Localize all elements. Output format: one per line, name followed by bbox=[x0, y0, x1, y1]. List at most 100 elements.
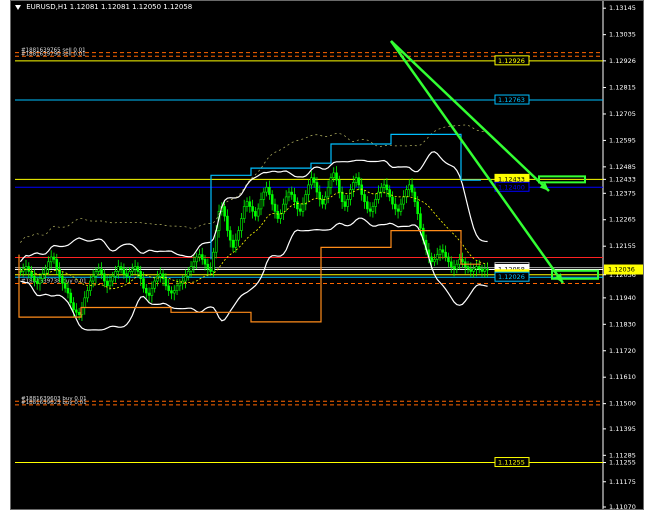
candle-body bbox=[203, 259, 207, 265]
chart-header: EURUSD,H1 1.12081 1.12081 1.12050 1.1205… bbox=[15, 3, 192, 11]
candle-body bbox=[38, 278, 42, 284]
candle-body bbox=[477, 266, 481, 270]
candle-body bbox=[444, 251, 447, 258]
candle-body bbox=[192, 261, 196, 267]
candle-body bbox=[416, 201, 419, 215]
candle-body bbox=[349, 189, 352, 200]
lower-band bbox=[20, 217, 488, 331]
candle-body bbox=[335, 172, 338, 181]
candle-body bbox=[407, 184, 411, 190]
candle-body bbox=[352, 182, 355, 190]
candle-body bbox=[301, 203, 305, 212]
candle-body bbox=[122, 268, 126, 275]
candle-body bbox=[158, 273, 162, 277]
ohlc-values: 1.12081 1.12081 1.12050 1.12058 bbox=[69, 3, 193, 11]
candle-body bbox=[63, 283, 67, 289]
candle-body bbox=[97, 268, 101, 272]
candle-body bbox=[170, 290, 173, 294]
candle-body bbox=[449, 261, 453, 267]
price-tick-label: 1.12265 bbox=[609, 216, 636, 224]
candle-body bbox=[461, 259, 464, 263]
candle-body bbox=[332, 172, 336, 178]
symbol-label: EURUSD,H1 bbox=[26, 3, 68, 11]
price-tick-label: 1.12815 bbox=[609, 84, 636, 92]
candle-body bbox=[147, 292, 151, 296]
candle-body bbox=[363, 194, 366, 203]
candle-body bbox=[234, 239, 238, 248]
candle-body bbox=[61, 275, 64, 284]
candle-body bbox=[433, 259, 436, 263]
candle-body bbox=[111, 275, 115, 282]
candle-body bbox=[164, 278, 168, 287]
candle-body bbox=[273, 203, 277, 212]
candle-body bbox=[270, 194, 274, 205]
candle-body bbox=[310, 177, 313, 186]
candle-body bbox=[343, 201, 347, 207]
candle-body bbox=[52, 256, 56, 260]
candle-body bbox=[139, 271, 142, 279]
candle-body bbox=[58, 268, 61, 277]
candle-body bbox=[153, 280, 156, 289]
candle-body bbox=[131, 268, 134, 272]
price-tick-label: 1.12375 bbox=[609, 189, 636, 197]
candle-body bbox=[262, 191, 266, 200]
candle-body bbox=[77, 311, 81, 315]
candle-body bbox=[200, 254, 204, 260]
candle-body bbox=[391, 196, 394, 205]
candle-body bbox=[125, 273, 129, 277]
candle-body bbox=[357, 177, 361, 186]
candle-body bbox=[240, 218, 243, 231]
candle-body bbox=[410, 184, 414, 193]
candle-body bbox=[290, 191, 294, 195]
price-tick-label: 1.11500 bbox=[609, 400, 636, 408]
candle-body bbox=[469, 268, 473, 272]
candle-body bbox=[184, 275, 187, 282]
candle-body bbox=[136, 266, 140, 272]
candle-body bbox=[405, 189, 408, 198]
candle-body bbox=[94, 271, 98, 277]
price-tick-label: 1.13145 bbox=[609, 4, 636, 12]
outer-envelope bbox=[20, 124, 488, 243]
price-tick-label: 1.11255 bbox=[609, 459, 636, 467]
candle-body bbox=[430, 256, 433, 263]
level-blue-badge-text: 1.12400 bbox=[498, 183, 525, 191]
price-tick-label: 1.12433 bbox=[609, 175, 636, 183]
candle-body bbox=[438, 249, 442, 255]
candle-body bbox=[209, 268, 212, 272]
candle-body bbox=[379, 186, 383, 193]
candle-body bbox=[245, 201, 249, 207]
candle-body bbox=[228, 230, 232, 241]
candle-body bbox=[371, 206, 375, 212]
candle-body bbox=[318, 191, 322, 200]
candle-body bbox=[33, 275, 36, 282]
candle-body bbox=[186, 271, 190, 277]
candle-body bbox=[441, 249, 445, 253]
candle-body bbox=[399, 203, 403, 212]
candle-body bbox=[142, 278, 145, 289]
candle-body bbox=[226, 215, 229, 231]
candle-body bbox=[100, 268, 103, 275]
candle-body bbox=[206, 263, 210, 270]
candle-body bbox=[119, 266, 123, 270]
chart-window[interactable]: 1.13145 1.13035 1.12926 1.12815 1.12705 1.125… bbox=[10, 0, 644, 510]
trend-arrow[interactable] bbox=[389, 40, 565, 284]
candle-body bbox=[72, 302, 75, 311]
candle-body bbox=[447, 256, 450, 263]
candle-body bbox=[486, 268, 489, 271]
candle-body bbox=[254, 211, 257, 217]
candle-body bbox=[24, 266, 28, 270]
price-tick-label: 1.11720 bbox=[609, 347, 636, 355]
candle-body bbox=[393, 203, 397, 210]
candle-body bbox=[483, 268, 487, 272]
candle-body bbox=[237, 230, 240, 241]
candle-body bbox=[69, 292, 73, 303]
candle-body bbox=[287, 191, 291, 198]
candle-body bbox=[396, 208, 400, 212]
candle-body bbox=[265, 186, 268, 193]
candle-body bbox=[189, 266, 193, 272]
candle-body bbox=[346, 199, 350, 207]
dropdown-triangle-icon[interactable] bbox=[15, 4, 21, 10]
candle-body bbox=[472, 268, 475, 272]
candle-body bbox=[172, 290, 176, 294]
price-chart[interactable]: 1.13145 1.13035 1.12926 1.12815 1.12705 1.125… bbox=[11, 1, 644, 510]
